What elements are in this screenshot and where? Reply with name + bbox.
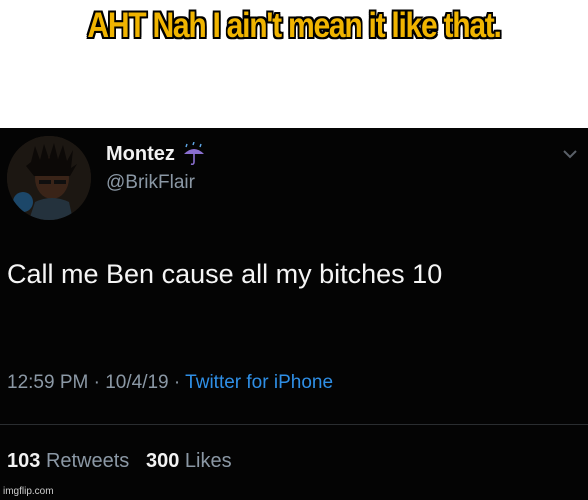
user-handle[interactable]: @BrikFlair <box>106 172 195 194</box>
watermark: imgflip.com <box>3 486 54 497</box>
tweet-date[interactable]: 10/4/19 <box>105 372 168 393</box>
umbrella-rain-icon <box>181 141 207 166</box>
divider <box>0 424 588 425</box>
tweet-text: Call me Ben cause all my bitches 10 <box>7 259 443 289</box>
tweet-meta: 12:59 PM · 10/4/19 · Twitter for iPhone <box>7 372 333 394</box>
meme-caption: AHT Nah I ain't mean it like that. <box>87 6 501 45</box>
likes-label: Likes <box>184 450 232 472</box>
meta-separator: · <box>168 372 186 393</box>
likes-stat[interactable]: 300 Likes <box>146 450 232 472</box>
retweets-count: 103 <box>7 450 41 472</box>
tweet-source-link[interactable]: Twitter for iPhone <box>185 372 333 393</box>
tweet-stats: 103 Retweets 300 Likes <box>7 450 232 473</box>
name-row: Montez <box>106 141 207 166</box>
meta-separator: · <box>88 372 106 393</box>
retweets-stat[interactable]: 103 Retweets <box>7 450 129 472</box>
tweet-time[interactable]: 12:59 PM <box>7 372 88 393</box>
tweet-card: Montez @BrikFlair Call me Ben cause all … <box>0 128 588 500</box>
retweets-label: Retweets <box>45 450 130 472</box>
avatar[interactable] <box>7 136 91 220</box>
likes-count: 300 <box>145 450 180 472</box>
meme-canvas: AHT Nah I ain't mean it like that. Monte… <box>0 0 588 500</box>
avatar-portrait-icon <box>7 136 91 220</box>
chevron-down-icon[interactable] <box>562 148 578 160</box>
display-name[interactable]: Montez <box>106 143 175 166</box>
